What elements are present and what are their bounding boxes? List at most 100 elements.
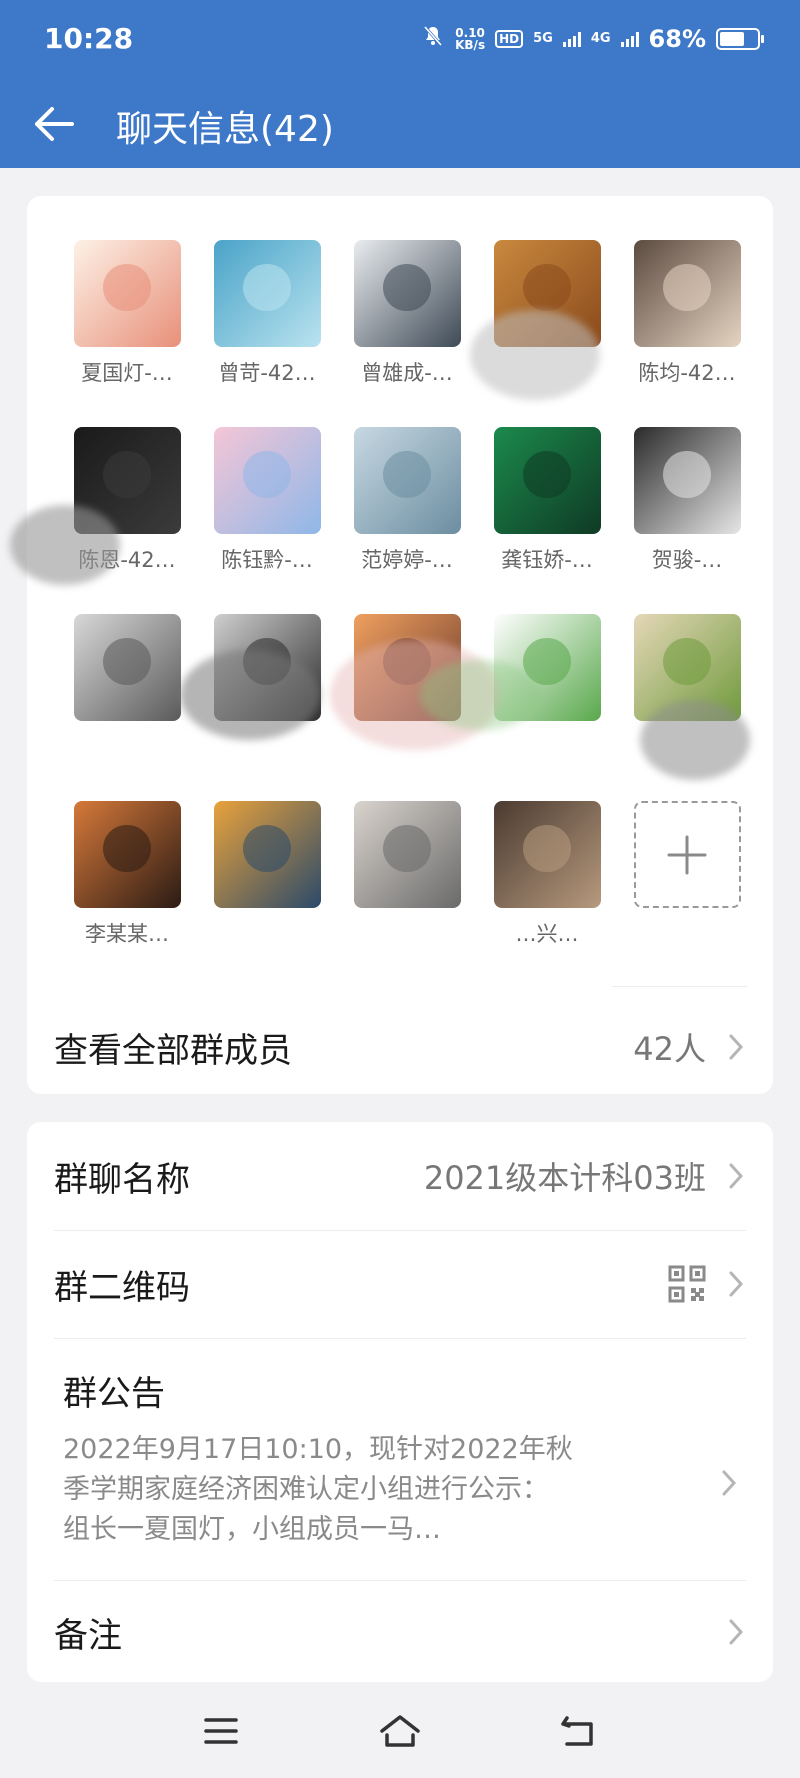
member-avatar (73, 801, 181, 908)
nav-bar: 聊天信息(42) (0, 80, 800, 168)
member-item[interactable]: 范婷婷-… (337, 427, 477, 614)
member-item[interactable] (57, 614, 197, 801)
app-header: 10:28 0.10 KB/s HD 5G 4G 68% 聊天信息(42) (0, 0, 800, 168)
member-avatar (73, 427, 181, 534)
member-item[interactable]: …兴… (477, 801, 617, 988)
signal-5g-icon (562, 31, 581, 47)
settings-card: 群聊名称 2021级本计科03班 群二维码 群公告 2022年9月17日10:1… (27, 1122, 773, 1682)
group-notice-label: 群公告 (63, 1374, 165, 1414)
member-name: 龚钰娇-… (501, 548, 593, 572)
member-name: 曾雄成-… (361, 361, 453, 385)
group-name-value: 2021级本计科03班 (423, 1159, 706, 1197)
group-notice-row[interactable]: 群公告 2022年9月17日10:10，现针对2022年秋 季学期家庭经济困难认… (27, 1338, 773, 1588)
member-avatar (493, 240, 601, 347)
member-avatar (213, 427, 321, 534)
group-name-label: 群聊名称 (54, 1159, 190, 1200)
member-avatar (493, 614, 601, 721)
member-avatar (73, 240, 181, 347)
net-speed-unit: KB/s (455, 37, 486, 52)
notice-line: 组长一夏国灯，小组成员一马… (63, 1514, 441, 1545)
member-avatar (353, 614, 461, 721)
notice-line: 季学期家庭经济困难认定小组进行公示： (63, 1474, 549, 1505)
battery-percent: 68% (648, 24, 706, 53)
member-name: 贺骏-… (651, 548, 723, 572)
group-notice-text: 2022年9月17日10:10，现针对2022年秋 季学期家庭经济困难认定小组进… (63, 1430, 683, 1550)
return-icon (561, 1716, 593, 1746)
status-bar: 10:28 0.10 KB/s HD 5G 4G 68% (0, 0, 800, 80)
member-avatar (213, 240, 321, 347)
divider (54, 1230, 746, 1231)
member-item[interactable] (337, 614, 477, 801)
home-button[interactable] (375, 1706, 425, 1756)
mute-icon (421, 24, 445, 53)
member-item[interactable] (477, 614, 617, 801)
member-item[interactable] (197, 801, 337, 988)
member-avatar (353, 240, 461, 347)
signal-4g-label: 4G (590, 30, 611, 46)
back-arrow-icon (35, 107, 74, 141)
menu-icon (204, 1718, 238, 1744)
member-item[interactable] (477, 240, 617, 427)
chevron-right-icon (722, 1470, 737, 1496)
members-card: 夏国灯-… 曾苛-42… 曾雄成-… 陈均-42… 陈恩-42… 陈钰黔-… 范婷婷-… 龚钰… (27, 196, 773, 1094)
view-all-members-row[interactable]: 查看全部群成员 42人 (54, 1006, 746, 1088)
remark-label: 备注 (54, 1615, 122, 1656)
member-item[interactable] (197, 614, 337, 801)
member-item[interactable]: 陈均-42… (617, 240, 757, 427)
chevron-right-icon (729, 1034, 744, 1060)
member-name: 陈均-42… (638, 361, 736, 385)
home-icon (380, 1715, 420, 1747)
member-item[interactable]: 夏国灯-… (57, 240, 197, 427)
plus-icon (633, 801, 741, 908)
member-item[interactable] (337, 801, 477, 988)
member-count: 42人 (633, 1030, 706, 1068)
member-name: 范婷婷-… (361, 548, 453, 572)
chevron-right-icon (729, 1163, 744, 1189)
member-avatar (73, 614, 181, 721)
net-speed: 0.10 KB/s (455, 27, 485, 51)
chevron-right-icon (729, 1271, 744, 1297)
member-name: …兴… (515, 922, 579, 946)
chevron-right-icon (729, 1619, 744, 1645)
member-item[interactable]: 贺骏-… (617, 427, 757, 614)
member-item[interactable]: 龚钰娇-… (477, 427, 617, 614)
member-avatar (353, 427, 461, 534)
hd-icon: HD (495, 29, 524, 48)
member-avatar (493, 801, 601, 908)
member-grid: 夏国灯-… 曾苛-42… 曾雄成-… 陈均-42… 陈恩-42… 陈钰黔-… 范婷婷-… 龚钰… (57, 240, 747, 988)
member-avatar (213, 614, 321, 721)
member-avatar (213, 801, 321, 908)
member-item[interactable]: 陈钰黔-… (197, 427, 337, 614)
member-avatar (633, 427, 741, 534)
notice-line: 2022年9月17日10:10，现针对2022年秋 (63, 1434, 573, 1465)
member-name: 曾苛-42… (218, 361, 316, 385)
signal-4g-icon (620, 31, 639, 47)
group-name-row[interactable]: 群聊名称 2021级本计科03班 (54, 1144, 746, 1208)
member-name: 夏国灯-… (81, 361, 173, 385)
back-nav-button[interactable] (554, 1706, 604, 1756)
member-item[interactable]: 陈恩-42… (57, 427, 197, 614)
remark-row[interactable]: 备注 (54, 1600, 746, 1664)
member-item[interactable]: 李某某… (57, 801, 197, 988)
qr-code-label: 群二维码 (54, 1267, 190, 1308)
member-avatar (633, 614, 741, 721)
status-icons: 0.10 KB/s HD 5G 4G 68% (421, 24, 764, 53)
qr-code-icon (668, 1265, 706, 1303)
add-member-button[interactable] (617, 801, 757, 988)
member-item[interactable]: 曾雄成-… (337, 240, 477, 427)
menu-button[interactable] (196, 1706, 246, 1756)
divider (612, 986, 747, 987)
member-item[interactable] (617, 614, 757, 801)
member-name: 陈恩-42… (78, 548, 176, 572)
status-time: 10:28 (44, 22, 134, 55)
member-item[interactable]: 曾苛-42… (197, 240, 337, 427)
back-button[interactable] (24, 94, 84, 154)
signal-5g-label: 5G (533, 30, 553, 46)
qr-code-row[interactable]: 群二维码 (54, 1252, 746, 1316)
member-name: 李某某… (85, 922, 169, 946)
view-all-members-label: 查看全部群成员 (54, 1030, 292, 1071)
divider (54, 1580, 746, 1581)
member-name: 陈钰黔-… (221, 548, 313, 572)
member-avatar (633, 240, 741, 347)
system-nav-bar (0, 1684, 800, 1778)
